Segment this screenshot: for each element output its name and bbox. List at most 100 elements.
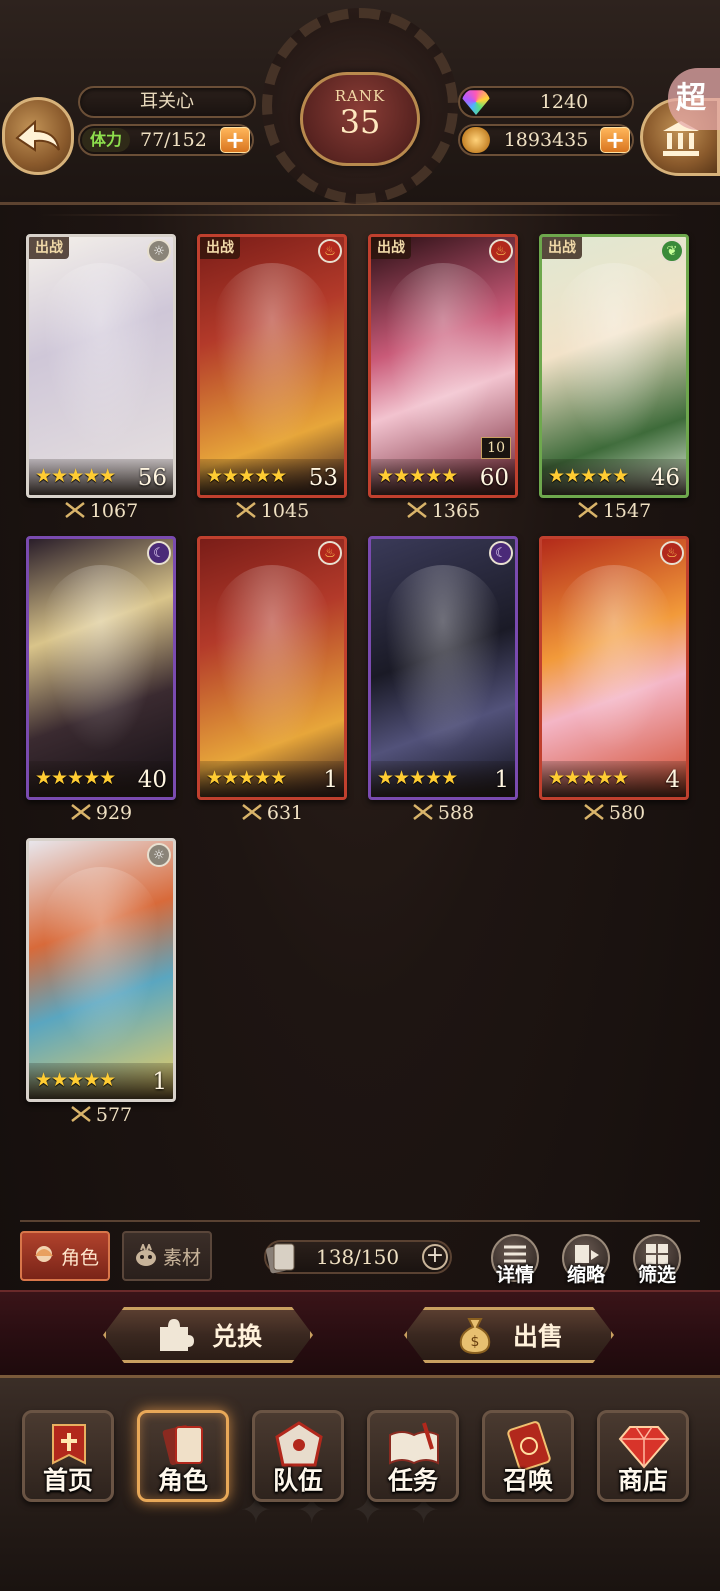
power-value: 588 (437, 802, 475, 824)
gem-value: 1240 (539, 91, 589, 113)
power-value: 1365 (431, 500, 481, 522)
star-rating: ★★★★★ (377, 465, 458, 487)
crossed-swords-icon (407, 502, 427, 518)
card-level: 40 (137, 767, 167, 793)
hero-card[interactable]: ☾ ★★★★★ 1 (368, 536, 518, 800)
card-footer: ★★★★★ 40 (29, 761, 173, 797)
nav-home[interactable]: 首页 (22, 1410, 114, 1502)
nav-team[interactable]: 队伍 (252, 1410, 344, 1502)
nav-summon[interactable]: 召唤 (482, 1410, 574, 1502)
svg-text:$: $ (471, 1334, 480, 1350)
fire-element-icon: ♨ (318, 541, 342, 565)
sell-button[interactable]: $ 出售 (404, 1307, 614, 1363)
back-button[interactable] (2, 97, 74, 175)
fire-element-icon: ♨ (318, 239, 342, 263)
card-footer: ★★★★★ 60 (371, 459, 515, 495)
gem-counter: 1240 (458, 86, 634, 118)
power-value: 631 (266, 802, 304, 824)
corner-badge[interactable]: 超 (668, 68, 720, 130)
nav-character[interactable]: 角色 (137, 1410, 229, 1502)
hero-portrait (214, 263, 330, 451)
expand-capacity-button[interactable]: + (422, 1244, 448, 1270)
star-rating: ★★★★★ (377, 767, 458, 789)
hero-portrait (556, 263, 672, 451)
card-power: 588 (368, 802, 518, 824)
nav-home-label: 首页 (42, 1466, 93, 1495)
hero-portrait (43, 867, 159, 1055)
tab-material[interactable]: 素材 (122, 1231, 212, 1281)
hero-card[interactable]: ☾ ★★★★★ 40 (26, 536, 176, 800)
player-name: 耳关心 (78, 86, 256, 118)
nav-quest[interactable]: 任务 (367, 1410, 459, 1502)
card-level: 60 (479, 465, 509, 491)
gold-value: 1893435 (503, 129, 589, 151)
hero-card[interactable]: 出战 ☼ ★★★★★ 56 (26, 234, 176, 498)
hero-card[interactable]: 出战 ♨ ★★★★★ 53 (197, 234, 347, 498)
hero-portrait (385, 263, 501, 451)
nav-shop-label: 商店 (617, 1466, 668, 1495)
exchange-label: 兑换 (211, 1322, 262, 1351)
nav-shop[interactable]: 商店 (597, 1410, 689, 1502)
hero-card[interactable]: ♨ ★★★★★ 1 (197, 536, 347, 800)
hero-card[interactable]: ♨ ★★★★★ 4 (539, 536, 689, 800)
card-footer: ★★★★★ 56 (29, 459, 173, 495)
crossed-swords-icon (413, 804, 433, 820)
material-creature-icon (135, 1244, 156, 1266)
top-bar: 耳关心 体力 77/152 + RANK 35 1240 1893435 + 超 (0, 0, 720, 205)
deployed-tag: 出战 (200, 237, 240, 259)
card-level: 4 (665, 767, 680, 793)
star-rating: ★★★★★ (206, 767, 287, 789)
back-arrow-icon (15, 119, 60, 152)
nav-team-label: 队伍 (272, 1466, 323, 1495)
star-rating: ★★★★★ (35, 465, 116, 487)
character-head-icon (34, 1246, 53, 1262)
card-level: 1 (494, 767, 509, 793)
fire-element-icon: ♨ (660, 541, 684, 565)
card-stack-icon (266, 1243, 295, 1274)
hero-card[interactable]: 出战 ❦ ★★★★★ 46 (539, 234, 689, 498)
power-value: 580 (608, 802, 646, 824)
puzzle-icon (159, 1319, 194, 1351)
hero-card[interactable]: 出战 ♨ 10 ★★★★★ 60 (368, 234, 518, 498)
hero-portrait (43, 263, 159, 451)
deployed-tag: 出战 (371, 237, 411, 259)
card-power: 631 (197, 802, 347, 824)
card-power: 577 (26, 1104, 176, 1126)
rank-value: 35 (339, 103, 381, 141)
sell-label: 出售 (512, 1322, 563, 1351)
hero-card[interactable]: ☼ ★★★★★ 1 (26, 838, 176, 1102)
coin-icon (462, 127, 490, 153)
card-footer: ★★★★★ 1 (29, 1063, 173, 1099)
card-footer: ★★★★★ 46 (542, 459, 686, 495)
card-footer: ★★★★★ 1 (371, 761, 515, 797)
deployed-tag: 出战 (542, 237, 582, 259)
crossed-swords-icon (71, 1106, 91, 1122)
moon-element-icon: ☾ (489, 541, 513, 565)
stamina-label: 体力 (82, 128, 130, 152)
crossed-swords-icon (242, 804, 262, 820)
star-rating: ★★★★★ (35, 1069, 116, 1091)
hero-portrait (43, 565, 159, 753)
add-stamina-button[interactable]: + (220, 127, 250, 153)
crossed-swords-icon (65, 502, 85, 518)
power-value: 1045 (260, 500, 310, 522)
leaf-element-icon: ❦ (660, 239, 684, 263)
star-rating: ★★★★★ (548, 767, 629, 789)
money-bag-icon: $ (459, 1318, 491, 1355)
card-level: 1 (152, 1069, 167, 1095)
card-level: 1 (323, 767, 338, 793)
crossed-swords-icon (236, 502, 256, 518)
hero-portrait (556, 565, 672, 753)
toolbar-divider (20, 1220, 700, 1222)
rank-badge: RANK 35 (300, 72, 420, 166)
detail-label: 详情 (495, 1264, 534, 1286)
nav-character-label: 角色 (157, 1466, 208, 1495)
tab-role[interactable]: 角色 (20, 1231, 110, 1281)
exchange-button[interactable]: 兑换 (103, 1307, 313, 1363)
card-level: 46 (650, 465, 680, 491)
filter-label: 筛选 (637, 1264, 676, 1286)
star-rating: ★★★★★ (206, 465, 287, 487)
add-gold-button[interactable]: + (600, 127, 630, 153)
hero-portrait (385, 565, 501, 753)
gold-counter: 1893435 + (458, 124, 634, 156)
